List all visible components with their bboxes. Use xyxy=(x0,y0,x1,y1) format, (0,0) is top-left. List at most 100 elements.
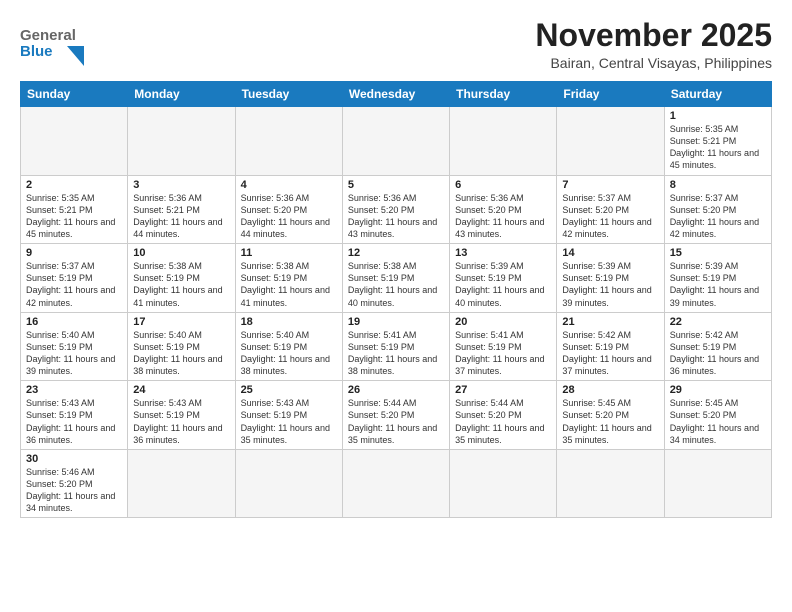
month-title: November 2025 xyxy=(535,18,772,53)
calendar-day: 15Sunrise: 5:39 AM Sunset: 5:19 PM Dayli… xyxy=(664,244,771,313)
calendar-day: 20Sunrise: 5:41 AM Sunset: 5:19 PM Dayli… xyxy=(450,312,557,381)
svg-text:Blue: Blue xyxy=(20,43,53,60)
day-info: Sunrise: 5:36 AM Sunset: 5:21 PM Dayligh… xyxy=(133,192,229,241)
header-saturday: Saturday xyxy=(664,82,771,107)
calendar-day: 11Sunrise: 5:38 AM Sunset: 5:19 PM Dayli… xyxy=(235,244,342,313)
calendar-day xyxy=(235,449,342,518)
day-info: Sunrise: 5:39 AM Sunset: 5:19 PM Dayligh… xyxy=(455,260,551,309)
day-number: 29 xyxy=(670,384,766,396)
calendar-day: 26Sunrise: 5:44 AM Sunset: 5:20 PM Dayli… xyxy=(342,381,449,450)
day-number: 13 xyxy=(455,247,551,259)
calendar-week-row: 1Sunrise: 5:35 AM Sunset: 5:21 PM Daylig… xyxy=(21,107,772,176)
calendar-day xyxy=(664,449,771,518)
logo: General Blue xyxy=(20,18,100,75)
day-number: 7 xyxy=(562,179,658,191)
calendar-day: 29Sunrise: 5:45 AM Sunset: 5:20 PM Dayli… xyxy=(664,381,771,450)
day-info: Sunrise: 5:37 AM Sunset: 5:20 PM Dayligh… xyxy=(670,192,766,241)
calendar-day: 21Sunrise: 5:42 AM Sunset: 5:19 PM Dayli… xyxy=(557,312,664,381)
title-area: November 2025 Bairan, Central Visayas, P… xyxy=(535,18,772,71)
header-thursday: Thursday xyxy=(450,82,557,107)
day-info: Sunrise: 5:42 AM Sunset: 5:19 PM Dayligh… xyxy=(562,329,658,378)
calendar-day: 10Sunrise: 5:38 AM Sunset: 5:19 PM Dayli… xyxy=(128,244,235,313)
day-number: 19 xyxy=(348,316,444,328)
day-number: 1 xyxy=(670,110,766,122)
day-info: Sunrise: 5:40 AM Sunset: 5:19 PM Dayligh… xyxy=(133,329,229,378)
calendar-day xyxy=(557,449,664,518)
day-info: Sunrise: 5:39 AM Sunset: 5:19 PM Dayligh… xyxy=(562,260,658,309)
day-info: Sunrise: 5:37 AM Sunset: 5:19 PM Dayligh… xyxy=(26,260,122,309)
day-info: Sunrise: 5:43 AM Sunset: 5:19 PM Dayligh… xyxy=(241,397,337,446)
day-number: 6 xyxy=(455,179,551,191)
calendar-day xyxy=(450,107,557,176)
logo-svg: General Blue xyxy=(20,18,100,75)
day-number: 12 xyxy=(348,247,444,259)
weekday-header-row: Sunday Monday Tuesday Wednesday Thursday… xyxy=(21,82,772,107)
calendar-day: 27Sunrise: 5:44 AM Sunset: 5:20 PM Dayli… xyxy=(450,381,557,450)
page: General Blue November 2025 Bairan, Centr… xyxy=(0,0,792,528)
calendar-day: 6Sunrise: 5:36 AM Sunset: 5:20 PM Daylig… xyxy=(450,175,557,244)
day-info: Sunrise: 5:38 AM Sunset: 5:19 PM Dayligh… xyxy=(133,260,229,309)
day-info: Sunrise: 5:37 AM Sunset: 5:20 PM Dayligh… xyxy=(562,192,658,241)
calendar-day xyxy=(235,107,342,176)
day-info: Sunrise: 5:40 AM Sunset: 5:19 PM Dayligh… xyxy=(241,329,337,378)
day-number: 30 xyxy=(26,453,122,465)
day-number: 25 xyxy=(241,384,337,396)
calendar-table: Sunday Monday Tuesday Wednesday Thursday… xyxy=(20,81,772,518)
calendar-day xyxy=(21,107,128,176)
day-info: Sunrise: 5:43 AM Sunset: 5:19 PM Dayligh… xyxy=(26,397,122,446)
day-info: Sunrise: 5:41 AM Sunset: 5:19 PM Dayligh… xyxy=(348,329,444,378)
day-number: 11 xyxy=(241,247,337,259)
day-info: Sunrise: 5:36 AM Sunset: 5:20 PM Dayligh… xyxy=(348,192,444,241)
calendar-week-row: 23Sunrise: 5:43 AM Sunset: 5:19 PM Dayli… xyxy=(21,381,772,450)
calendar-week-row: 2Sunrise: 5:35 AM Sunset: 5:21 PM Daylig… xyxy=(21,175,772,244)
calendar-day xyxy=(342,107,449,176)
day-info: Sunrise: 5:45 AM Sunset: 5:20 PM Dayligh… xyxy=(562,397,658,446)
calendar-day: 24Sunrise: 5:43 AM Sunset: 5:19 PM Dayli… xyxy=(128,381,235,450)
day-number: 16 xyxy=(26,316,122,328)
calendar-day: 17Sunrise: 5:40 AM Sunset: 5:19 PM Dayli… xyxy=(128,312,235,381)
day-number: 10 xyxy=(133,247,229,259)
day-info: Sunrise: 5:36 AM Sunset: 5:20 PM Dayligh… xyxy=(241,192,337,241)
calendar-day xyxy=(342,449,449,518)
header-tuesday: Tuesday xyxy=(235,82,342,107)
day-number: 2 xyxy=(26,179,122,191)
calendar-day: 1Sunrise: 5:35 AM Sunset: 5:21 PM Daylig… xyxy=(664,107,771,176)
calendar-day: 23Sunrise: 5:43 AM Sunset: 5:19 PM Dayli… xyxy=(21,381,128,450)
day-info: Sunrise: 5:44 AM Sunset: 5:20 PM Dayligh… xyxy=(348,397,444,446)
day-number: 24 xyxy=(133,384,229,396)
day-info: Sunrise: 5:40 AM Sunset: 5:19 PM Dayligh… xyxy=(26,329,122,378)
calendar-day: 4Sunrise: 5:36 AM Sunset: 5:20 PM Daylig… xyxy=(235,175,342,244)
calendar-day: 30Sunrise: 5:46 AM Sunset: 5:20 PM Dayli… xyxy=(21,449,128,518)
day-number: 26 xyxy=(348,384,444,396)
day-info: Sunrise: 5:38 AM Sunset: 5:19 PM Dayligh… xyxy=(241,260,337,309)
header-sunday: Sunday xyxy=(21,82,128,107)
calendar-day xyxy=(128,449,235,518)
day-number: 27 xyxy=(455,384,551,396)
day-number: 23 xyxy=(26,384,122,396)
calendar-day: 12Sunrise: 5:38 AM Sunset: 5:19 PM Dayli… xyxy=(342,244,449,313)
calendar-day: 3Sunrise: 5:36 AM Sunset: 5:21 PM Daylig… xyxy=(128,175,235,244)
day-info: Sunrise: 5:39 AM Sunset: 5:19 PM Dayligh… xyxy=(670,260,766,309)
calendar-day: 2Sunrise: 5:35 AM Sunset: 5:21 PM Daylig… xyxy=(21,175,128,244)
header-wednesday: Wednesday xyxy=(342,82,449,107)
svg-text:General: General xyxy=(20,27,76,44)
day-info: Sunrise: 5:38 AM Sunset: 5:19 PM Dayligh… xyxy=(348,260,444,309)
header: General Blue November 2025 Bairan, Centr… xyxy=(20,18,772,75)
calendar-day: 25Sunrise: 5:43 AM Sunset: 5:19 PM Dayli… xyxy=(235,381,342,450)
day-number: 22 xyxy=(670,316,766,328)
day-number: 8 xyxy=(670,179,766,191)
calendar-week-row: 9Sunrise: 5:37 AM Sunset: 5:19 PM Daylig… xyxy=(21,244,772,313)
calendar-day xyxy=(128,107,235,176)
day-number: 4 xyxy=(241,179,337,191)
calendar-day: 13Sunrise: 5:39 AM Sunset: 5:19 PM Dayli… xyxy=(450,244,557,313)
day-number: 21 xyxy=(562,316,658,328)
day-number: 14 xyxy=(562,247,658,259)
day-number: 17 xyxy=(133,316,229,328)
calendar-day: 5Sunrise: 5:36 AM Sunset: 5:20 PM Daylig… xyxy=(342,175,449,244)
calendar-day xyxy=(450,449,557,518)
day-info: Sunrise: 5:43 AM Sunset: 5:19 PM Dayligh… xyxy=(133,397,229,446)
day-number: 28 xyxy=(562,384,658,396)
location-title: Bairan, Central Visayas, Philippines xyxy=(535,55,772,71)
day-info: Sunrise: 5:44 AM Sunset: 5:20 PM Dayligh… xyxy=(455,397,551,446)
calendar-day xyxy=(557,107,664,176)
